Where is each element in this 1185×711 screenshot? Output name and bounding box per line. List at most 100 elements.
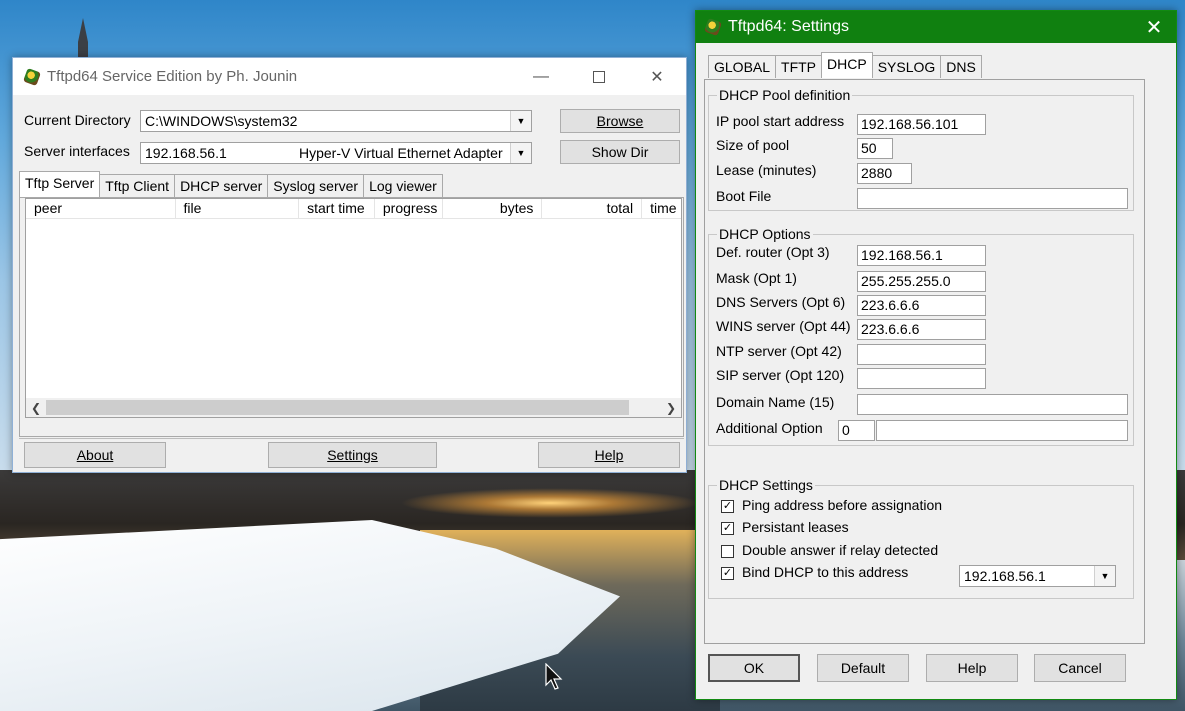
sip-server-input[interactable] [857,368,986,389]
dhcp-settings-panel: DHCP Pool definition IP pool start addre… [704,79,1145,644]
dhcp-pool-group: DHCP Pool definition IP pool start addre… [708,87,1134,211]
default-label: Default [840,660,886,676]
maximize-button[interactable] [570,58,628,95]
transfer-list[interactable]: peer file start time progress bytes tota… [25,198,682,418]
tab-dhcp-server[interactable]: DHCP server [174,174,269,197]
settings-label: Settings [327,447,378,463]
column-file[interactable]: file [176,199,300,219]
dns-servers-label: DNS Servers (Opt 6) [716,294,846,310]
about-button[interactable]: About [24,442,166,468]
horizontal-scrollbar[interactable]: ❮ ❯ [26,398,681,417]
tftpd-main-window: Tftpd64 Service Edition by Ph. Jounin — … [12,57,687,473]
main-titlebar[interactable]: Tftpd64 Service Edition by Ph. Jounin — … [13,58,686,95]
pool-start-input[interactable]: 192.168.56.101 [857,114,986,135]
settings-help-button[interactable]: Help [926,654,1018,682]
column-bytes[interactable]: bytes [443,199,543,219]
chevron-down-icon[interactable]: ▼ [510,143,531,163]
dns-servers-input[interactable]: 223.6.6.6 [857,295,986,316]
wallpaper-lights [400,488,700,518]
tftpd-app-icon [23,68,41,86]
tab-tftp-client[interactable]: Tftp Client [99,174,176,197]
domain-name-input[interactable] [857,394,1128,415]
boot-file-input[interactable] [857,188,1128,209]
double-answer-label: Double answer if relay detected [742,542,939,558]
browse-button[interactable]: Browse [560,109,680,133]
browse-label: Browse [596,113,644,129]
column-peer[interactable]: peer [26,199,176,219]
cancel-button[interactable]: Cancel [1034,654,1126,682]
dhcp-settings-group-title: DHCP Settings [717,477,815,493]
ping-label: Ping address before assignation [742,497,943,513]
ntp-server-input[interactable] [857,344,986,365]
server-interfaces-label: Server interfaces [24,143,130,159]
mask-input[interactable]: 255.255.255.0 [857,271,986,292]
tab-tftp-server[interactable]: Tftp Server [19,171,101,197]
tab-log-viewer[interactable]: Log viewer [363,174,443,197]
chevron-down-icon[interactable]: ▼ [1094,566,1115,586]
boot-file-label: Boot File [716,188,772,204]
bind-dhcp-label: Bind DHCP to this address [742,564,909,580]
show-dir-label: Show Dir [591,144,649,160]
settings-help-label: Help [957,660,987,676]
chevron-down-icon[interactable]: ▼ [510,111,531,131]
tab-syslog-server[interactable]: Syslog server [267,174,365,197]
current-directory-combo[interactable]: C:\WINDOWS\system32 ▼ [140,110,532,132]
tab-dhcp[interactable]: DHCP [821,52,873,78]
scroll-thumb[interactable] [46,400,629,415]
tab-tftp[interactable]: TFTP [775,55,823,78]
server-interfaces-combo[interactable]: 192.168.56.1 Hyper-V Virtual Ethernet Ad… [140,142,532,164]
column-start-time[interactable]: start time [299,199,375,219]
additional-option-number[interactable]: 0 [838,420,875,441]
ok-label: OK [743,660,765,676]
lease-input[interactable]: 2880 [857,163,912,184]
dhcp-options-group: DHCP Options Def. router (Opt 3) 192.168… [708,226,1134,446]
bind-address-combo[interactable]: 192.168.56.1 ▼ [959,565,1116,587]
additional-option-input[interactable] [876,420,1128,441]
main-tabs: Tftp Server Tftp Client DHCP server Sysl… [19,171,443,197]
column-progress[interactable]: progress [375,199,443,219]
bind-address-value: 192.168.56.1 [964,568,1046,584]
ok-button[interactable]: OK [708,654,800,682]
close-icon: ✕ [650,68,664,86]
bind-dhcp-checkbox[interactable]: ✓ [721,567,734,580]
transfer-list-header: peer file start time progress bytes tota… [26,199,681,219]
dhcp-pool-group-title: DHCP Pool definition [717,87,853,103]
close-button[interactable]: ✕ [628,58,686,95]
tab-dns[interactable]: DNS [940,55,982,78]
lease-label: Lease (minutes) [716,162,817,178]
main-window-title: Tftpd64 Service Edition by Ph. Jounin [47,68,298,85]
close-icon[interactable]: ✕ [1132,15,1176,40]
minimize-icon: — [533,67,549,85]
help-button[interactable]: Help [538,442,680,468]
ping-checkbox[interactable]: ✓ [721,500,734,513]
help-label: Help [594,447,624,463]
persistant-leases-label: Persistant leases [742,519,849,535]
wins-server-input[interactable]: 223.6.6.6 [857,319,986,340]
show-dir-button[interactable]: Show Dir [560,140,680,164]
tab-syslog[interactable]: SYSLOG [871,55,942,78]
scroll-left-icon[interactable]: ❮ [26,398,46,417]
current-directory-label: Current Directory [24,112,131,128]
maximize-icon [593,70,605,83]
server-interface-name: Hyper-V Virtual Ethernet Adapter [299,145,503,161]
tab-global[interactable]: GLOBAL [708,55,777,78]
default-button[interactable]: Default [817,654,909,682]
column-total[interactable]: total [542,199,643,219]
mask-label: Mask (Opt 1) [716,270,797,286]
minimize-button[interactable]: — [512,58,570,95]
router-label: Def. router (Opt 3) [716,244,830,260]
pool-size-input[interactable]: 50 [857,138,893,159]
settings-window-title: Tftpd64: Settings [728,18,849,35]
about-label: About [76,447,114,463]
mouse-cursor-icon [545,663,563,690]
settings-button[interactable]: Settings [268,442,437,468]
cancel-label: Cancel [1058,660,1102,676]
router-input[interactable]: 192.168.56.1 [857,245,986,266]
persistant-leases-checkbox[interactable]: ✓ [721,522,734,535]
dhcp-settings-group: DHCP Settings ✓ Ping address before assi… [708,477,1134,599]
settings-titlebar[interactable]: Tftpd64: Settings ✕ [696,11,1176,43]
divider [19,438,684,439]
double-answer-checkbox[interactable] [721,545,734,558]
column-time[interactable]: time [642,199,681,219]
scroll-right-icon[interactable]: ❯ [661,398,681,417]
